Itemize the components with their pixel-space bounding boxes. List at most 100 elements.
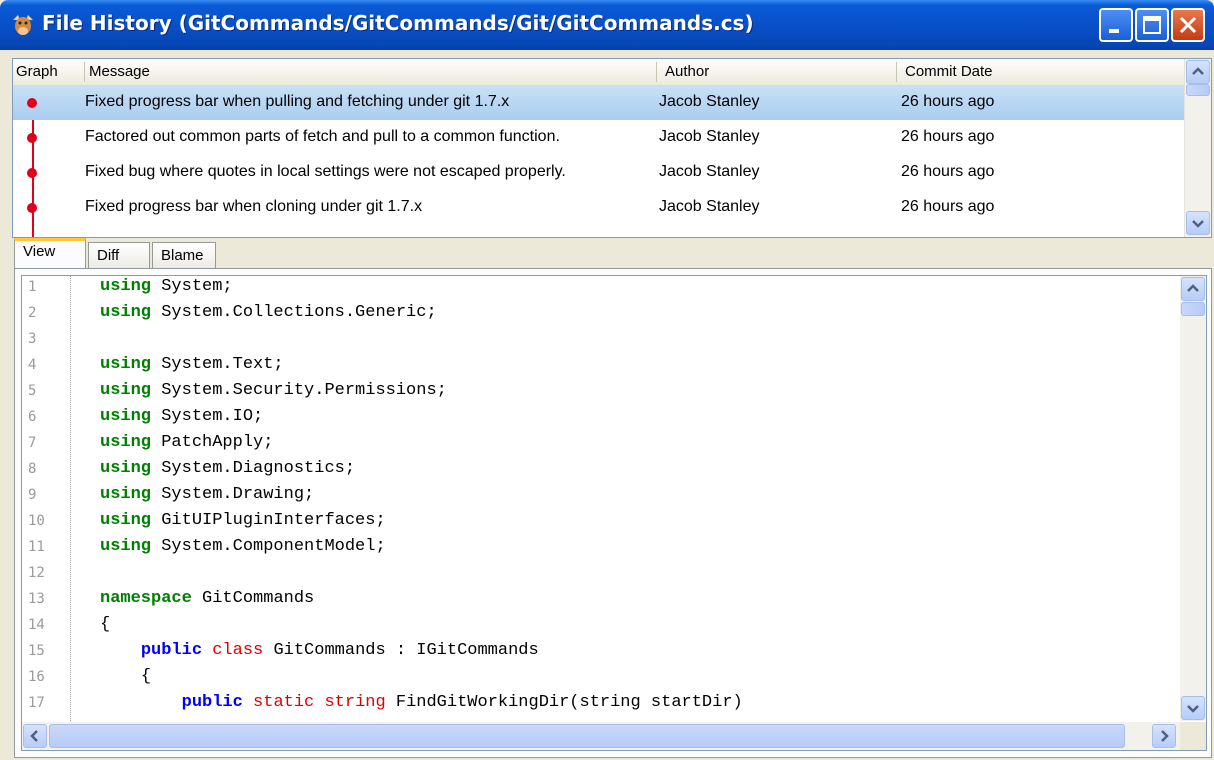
line-number: 8 (28, 461, 37, 477)
code-text: { (100, 615, 111, 634)
scroll-up-button[interactable] (1181, 277, 1205, 301)
close-button[interactable] (1171, 8, 1205, 42)
commit-dot (27, 168, 37, 178)
chevron-left-icon (30, 730, 38, 742)
code-line: using System.Text; (100, 355, 284, 374)
line-number: 14 (28, 617, 45, 633)
chevron-up-icon (1187, 284, 1199, 292)
scroll-down-button[interactable] (1186, 211, 1210, 235)
code-text: GitUIPluginInterfaces; (151, 511, 386, 530)
tab-diff[interactable]: Diff (88, 242, 150, 268)
table-row[interactable]: Fixed progress bar when pulling and fetc… (13, 85, 1185, 120)
column-header-author[interactable]: Author (665, 63, 709, 80)
code-keyword: using (100, 407, 152, 426)
code-line: using System.Collections.Generic; (100, 303, 437, 322)
line-number: 16 (28, 669, 45, 685)
commit-date: 26 hours ago (901, 163, 995, 180)
code-line: { (100, 615, 110, 634)
commit-message: Fixed progress bar when pulling and fetc… (85, 93, 510, 110)
column-header-graph[interactable]: Graph (16, 63, 58, 80)
code-keyword: public (181, 693, 243, 712)
line-number: 17 (28, 695, 45, 711)
window-title: File History (GitCommands/GitCommands/Gi… (42, 11, 754, 35)
column-divider[interactable] (656, 62, 657, 82)
table-row[interactable]: Factored out common parts of fetch and p… (13, 120, 1185, 155)
code-keyword: using (100, 511, 152, 530)
code-line: { (100, 667, 151, 686)
chevron-right-icon (1161, 730, 1169, 742)
code-keyword: using (100, 433, 152, 452)
scroll-right-button[interactable] (1152, 724, 1176, 748)
tab-blame[interactable]: Blame (152, 242, 216, 268)
tab-panel-view: 1 2 3 4 5 6 7 8 9 10 11 12 13 14 15 16 1… (14, 268, 1212, 758)
maximize-button[interactable] (1135, 8, 1169, 42)
chevron-up-icon (1192, 67, 1204, 75)
gitextensions-cow-icon (13, 15, 33, 35)
code-viewer[interactable]: 1 2 3 4 5 6 7 8 9 10 11 12 13 14 15 16 1… (21, 275, 1207, 751)
code-text: System.Text; (151, 355, 284, 374)
tab-view[interactable]: View (14, 238, 86, 268)
code-keyword: using (100, 303, 152, 322)
line-number: 5 (28, 383, 37, 399)
code-keyword: using (100, 277, 152, 296)
code-text: System.Security.Permissions; (151, 381, 447, 400)
chevron-down-icon (1192, 220, 1204, 228)
commit-author: Jacob Stanley (659, 128, 760, 145)
column-divider[interactable] (896, 62, 897, 82)
commit-history-grid[interactable]: Graph Message Author Commit Date Fixed p… (12, 58, 1212, 238)
code-line: using System.Security.Permissions; (100, 381, 447, 400)
code-keyword: using (100, 355, 152, 374)
code-text: System.ComponentModel; (151, 537, 386, 556)
code-line: using PatchApply; (100, 433, 273, 452)
code-text: GitCommands : IGitCommands (263, 641, 539, 660)
scroll-up-button[interactable] (1186, 60, 1210, 84)
commit-dot (27, 203, 37, 213)
title-bar[interactable]: File History (GitCommands/GitCommands/Gi… (0, 0, 1214, 50)
code-keyword: namespace (100, 589, 192, 608)
line-number-gutter: 1 2 3 4 5 6 7 8 9 10 11 12 13 14 15 16 1… (22, 276, 71, 721)
code-keyword: static string (253, 693, 386, 712)
table-row[interactable]: Fixed bug where quotes in local settings… (13, 155, 1185, 190)
code-text: GitCommands (191, 589, 315, 608)
minimize-icon (1109, 29, 1119, 33)
line-number: 13 (28, 591, 45, 607)
code-keyword: using (100, 381, 152, 400)
code-line: using System.Drawing; (100, 485, 314, 504)
code-line: using System.IO; (100, 407, 263, 426)
code-keyword: class (212, 641, 264, 660)
code-horizontal-scrollbar[interactable] (22, 722, 1206, 750)
scrollbar-thumb[interactable] (1186, 84, 1210, 96)
line-number: 3 (28, 331, 37, 347)
line-number: 9 (28, 487, 37, 503)
scroll-down-button[interactable] (1181, 696, 1205, 720)
code-text: PatchApply; (151, 433, 274, 452)
commit-dot (27, 133, 37, 143)
line-number: 10 (28, 513, 45, 529)
table-row[interactable]: Fixed progress bar when cloning under gi… (13, 190, 1185, 225)
line-number: 6 (28, 409, 37, 425)
maximize-icon (1143, 16, 1161, 34)
scrollbar-thumb[interactable] (49, 724, 1125, 748)
code-text: System.Drawing; (151, 485, 315, 504)
column-divider[interactable] (84, 62, 85, 82)
commit-author: Jacob Stanley (659, 93, 760, 110)
commit-date: 26 hours ago (901, 93, 995, 110)
commit-author: Jacob Stanley (659, 198, 760, 215)
scrollbar-thumb[interactable] (1181, 302, 1205, 316)
line-number: 4 (28, 357, 37, 373)
column-header-message[interactable]: Message (89, 63, 150, 80)
window-client: Graph Message Author Commit Date Fixed p… (0, 50, 1214, 760)
scroll-left-button[interactable] (23, 724, 47, 748)
minimize-button[interactable] (1099, 8, 1133, 42)
column-header-commit-date[interactable]: Commit Date (905, 63, 993, 80)
code-vertical-scrollbar[interactable] (1180, 276, 1206, 721)
line-number: 2 (28, 305, 37, 321)
code-keyword: using (100, 537, 152, 556)
commit-date: 26 hours ago (901, 128, 995, 145)
history-vertical-scrollbar[interactable] (1184, 59, 1211, 237)
